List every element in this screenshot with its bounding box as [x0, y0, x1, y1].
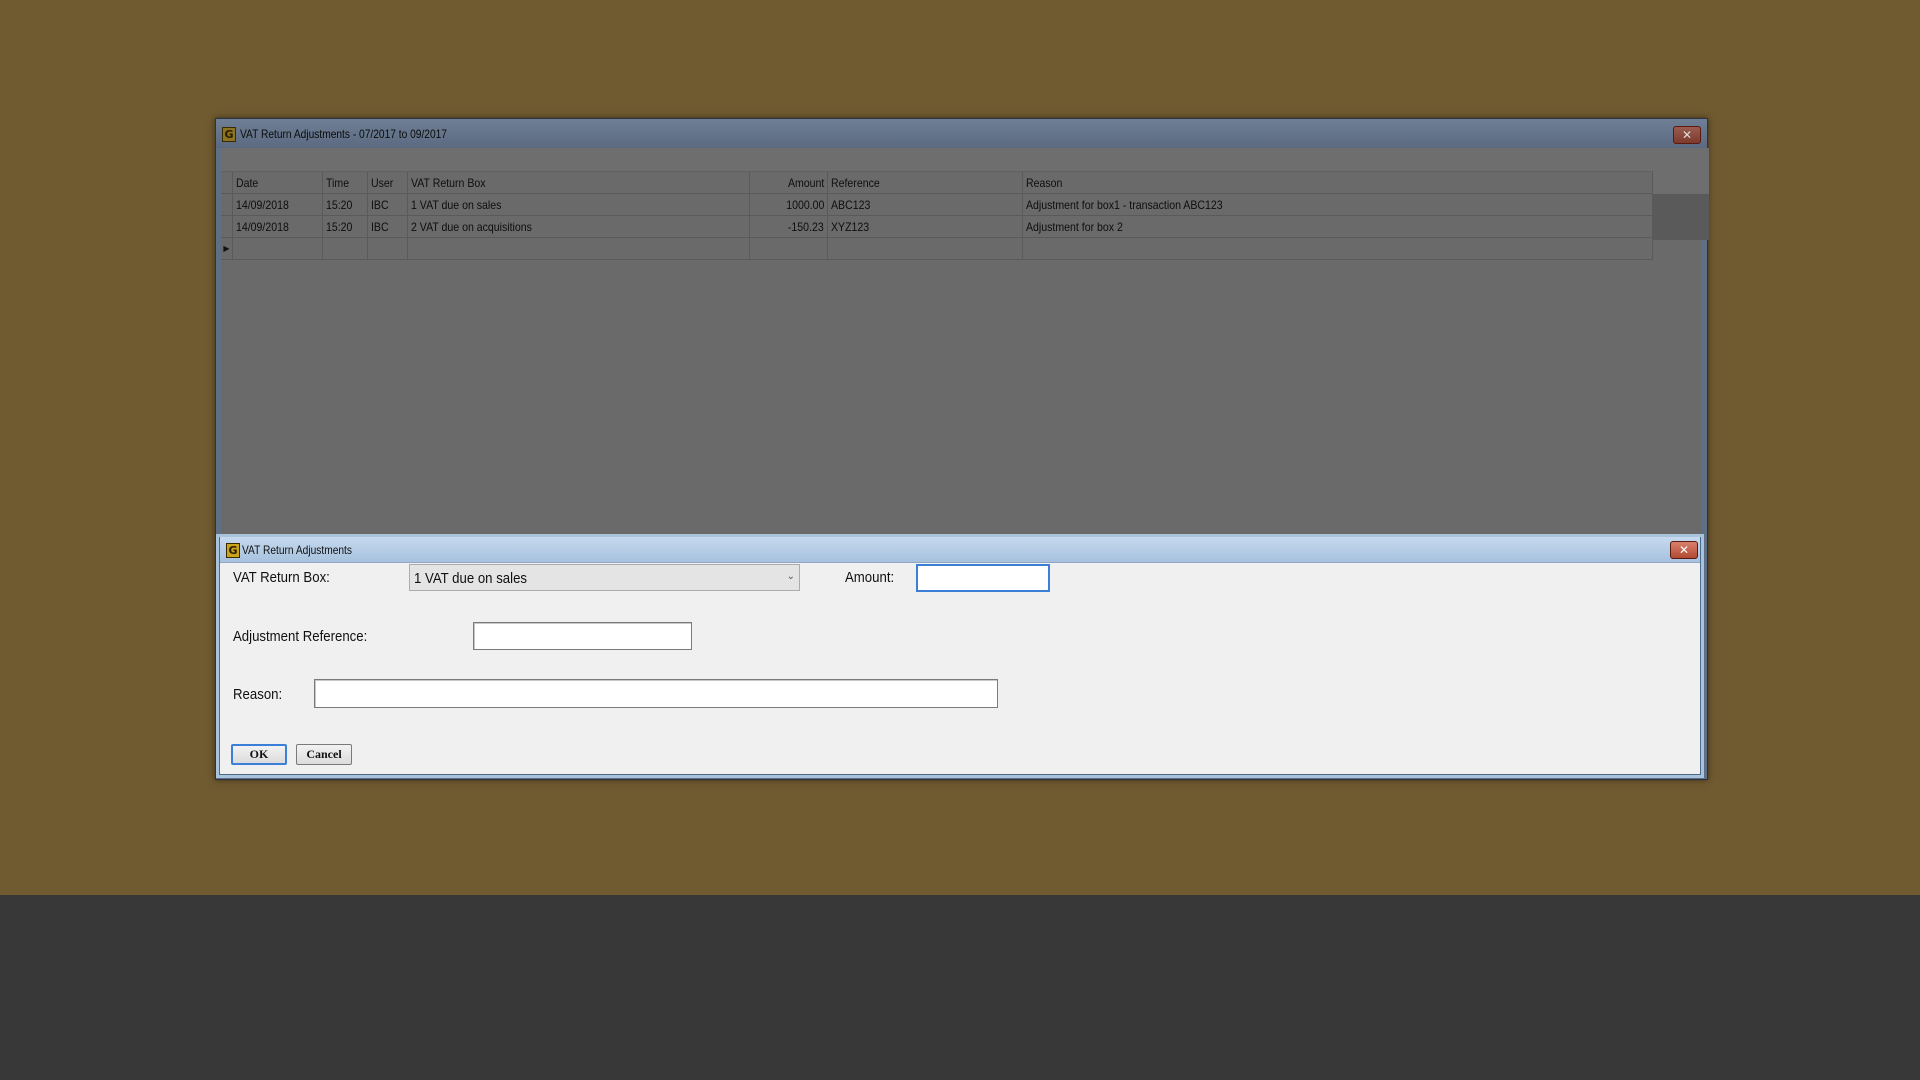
table-cell[interactable]: 1 VAT due on sales	[408, 194, 750, 216]
adjustment-reference-label: Adjustment Reference:	[233, 628, 368, 645]
ok-button[interactable]: OK	[231, 744, 287, 765]
chevron-down-icon[interactable]: ⌄	[787, 571, 795, 582]
table-cell-text: 15:20	[326, 198, 353, 212]
column-header[interactable]: Reason	[1023, 172, 1653, 194]
column-header[interactable]: Reference	[828, 172, 1023, 194]
adjustment-reference-input[interactable]	[473, 622, 692, 650]
row-indicator[interactable]	[221, 216, 233, 238]
column-header[interactable]: User	[368, 172, 408, 194]
main-window-titlebar[interactable]: G VAT Return Adjustments - 07/2017 to 09…	[216, 119, 1707, 148]
table-cell[interactable]: ABC123	[828, 194, 1023, 216]
new-row-cell[interactable]	[408, 238, 750, 260]
column-header[interactable]: Time	[323, 172, 368, 194]
table-cell[interactable]: IBC	[368, 194, 408, 216]
column-header-text: Date	[236, 176, 259, 190]
column-header-text: User	[371, 176, 394, 190]
table-cell-text: XYZ123	[831, 220, 870, 234]
new-row-cell[interactable]	[368, 238, 408, 260]
table-cell[interactable]: XYZ123	[828, 216, 1023, 238]
table-cell-text: 14/09/2018	[236, 198, 289, 212]
table-cell[interactable]: 15:20	[323, 194, 368, 216]
row-indicator[interactable]	[221, 172, 233, 194]
row-indicator[interactable]: ▶	[221, 238, 233, 260]
table-cell-text: 14/09/2018	[236, 220, 289, 234]
column-header-text: Reference	[831, 176, 880, 190]
new-row-cell[interactable]	[750, 238, 828, 260]
table-cell-text: 1000.00	[785, 198, 824, 212]
table-cell[interactable]: 15:20	[323, 216, 368, 238]
table-cell-text: 15:20	[326, 220, 353, 234]
grid-scroll-area	[1653, 194, 1709, 240]
table-cell[interactable]: IBC	[368, 216, 408, 238]
amount-input[interactable]	[916, 564, 1050, 592]
table-cell-text: IBC	[371, 220, 389, 234]
vat-box-value: 1 VAT due on sales	[414, 570, 528, 587]
table-cell-text: Adjustment for box 2	[1026, 220, 1123, 234]
column-header[interactable]: Date	[233, 172, 323, 194]
app-icon: G	[222, 127, 236, 142]
app-icon: G	[226, 543, 240, 558]
column-header-text: VAT Return Box	[411, 176, 486, 190]
row-indicator[interactable]	[221, 194, 233, 216]
table-cell[interactable]: 1000.00	[750, 194, 828, 216]
vat-box-label: VAT Return Box:	[233, 569, 330, 586]
cancel-button[interactable]: Cancel	[296, 744, 352, 765]
reason-input[interactable]	[314, 679, 998, 708]
new-row-cell[interactable]	[828, 238, 1023, 260]
table-cell[interactable]: 14/09/2018	[233, 194, 323, 216]
new-row-cell[interactable]	[1023, 238, 1653, 260]
dialog-title: VAT Return Adjustments	[242, 543, 352, 557]
grid-group-bar	[221, 148, 1702, 172]
column-header-text: Amount	[787, 176, 824, 190]
main-window-title: VAT Return Adjustments - 07/2017 to 09/2…	[240, 127, 447, 141]
grid-scroll-area-top	[1653, 148, 1709, 194]
vat-box-select[interactable]: 1 VAT due on sales ⌄	[409, 564, 800, 591]
table-cell[interactable]: Adjustment for box 2	[1023, 216, 1653, 238]
table-cell[interactable]: Adjustment for box1 - transaction ABC123	[1023, 194, 1653, 216]
table-cell-text: IBC	[371, 198, 389, 212]
new-row-cell[interactable]	[233, 238, 323, 260]
new-row-cell[interactable]	[323, 238, 368, 260]
table-cell[interactable]: -150.23	[750, 216, 828, 238]
dialog-titlebar[interactable]: G VAT Return Adjustments ✕	[220, 537, 1700, 563]
column-header-text: Time	[326, 176, 350, 190]
reason-label: Reason:	[233, 686, 283, 703]
table-cell-text: -150.23	[788, 220, 824, 234]
table-cell-text: 2 VAT due on acquisitions	[411, 220, 532, 234]
table-cell-text: 1 VAT due on sales	[411, 198, 502, 212]
table-cell[interactable]: 2 VAT due on acquisitions	[408, 216, 750, 238]
amount-label: Amount:	[845, 569, 895, 586]
table-cell-text: ABC123	[831, 198, 871, 212]
dialog-close-button[interactable]: ✕	[1670, 541, 1698, 559]
main-window-close-button[interactable]: ✕	[1673, 126, 1701, 144]
column-header[interactable]: VAT Return Box	[408, 172, 750, 194]
table-cell[interactable]: 14/09/2018	[233, 216, 323, 238]
column-header[interactable]: Amount	[750, 172, 828, 194]
table-cell-text: Adjustment for box1 - transaction ABC123	[1026, 198, 1223, 212]
column-header-text: Reason	[1026, 176, 1063, 190]
